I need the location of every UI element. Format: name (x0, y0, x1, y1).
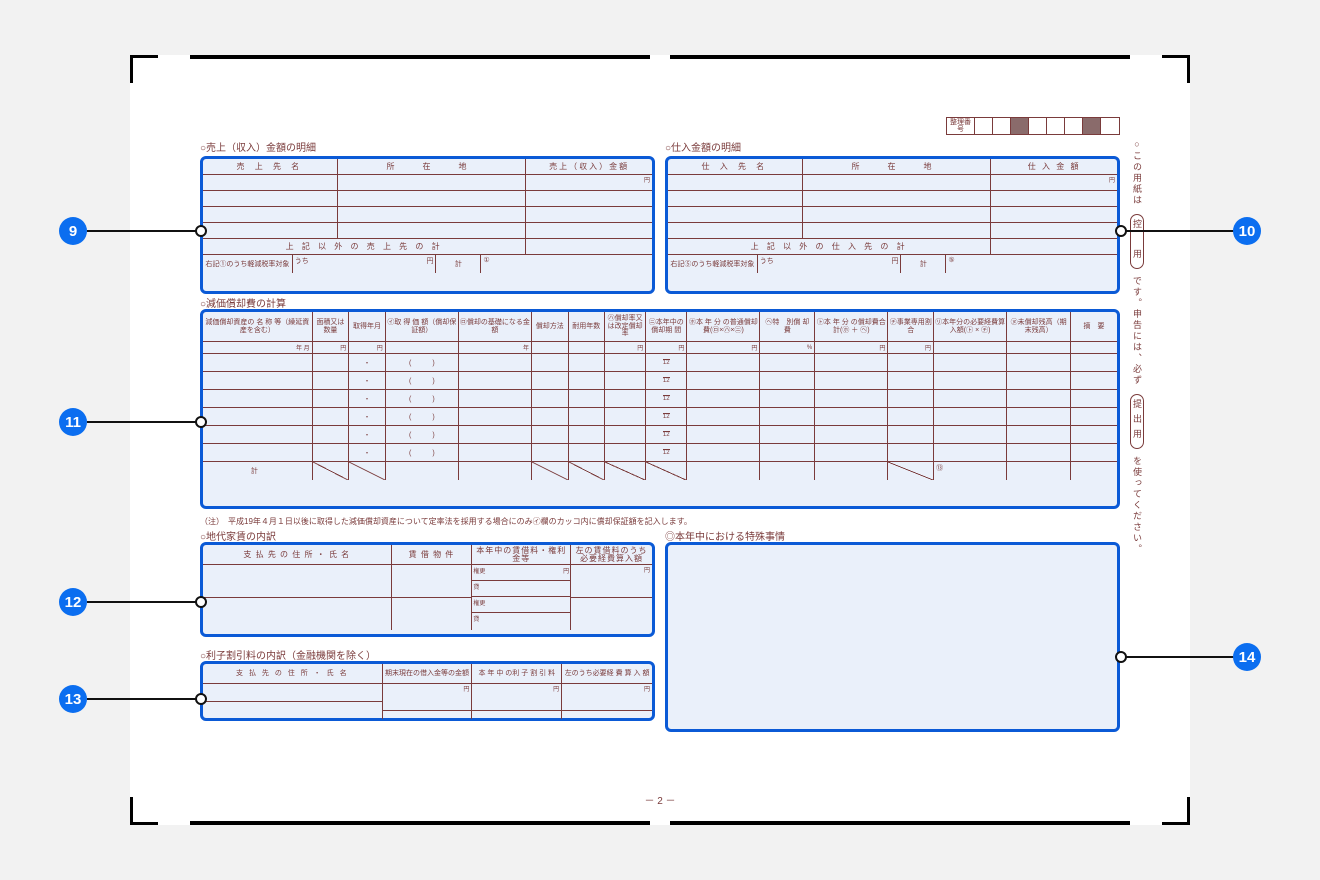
interest-box: 支 払 先 の 住 所 ・ 氏 名 期末現在の借入金等の金額 本 年 中 の利 … (200, 661, 655, 721)
side-note: ○この用紙は 控 用 です。申告には、必ず 提出用 を使ってください。 (1131, 139, 1144, 639)
callout-14: 14 (1233, 643, 1261, 671)
callout-dot (195, 693, 207, 705)
crop-mark (130, 55, 158, 83)
reference-number-box: 整理番号 (946, 117, 1120, 135)
rent-col-expense: 左の賃借料のうち必要経費算入額 (571, 545, 652, 564)
callout-dot (1115, 651, 1127, 663)
callout-line (1125, 656, 1235, 658)
int-col-expense: 左のうち必要経 費 算 入 額 (562, 664, 652, 683)
dep-header-cell: ㋦未償却残高（期末残高） (1007, 312, 1071, 341)
depreciation-title: ○減価償却費の計算 (200, 295, 286, 310)
dep-header-cell: ㋺償却の基礎になる金額 (459, 312, 532, 341)
callout-line (87, 698, 197, 700)
int-col-interest: 本 年 中 の利 子 割 引 料 (472, 664, 562, 683)
purchases-box: 仕 入 先 名 所 在 地 仕 入 金 額 円 上 記 以 外 の 仕 入 先 … (665, 156, 1120, 294)
rent-title: ○地代家賃の内訳 (200, 528, 276, 543)
purch-col-addr: 所 在 地 (803, 159, 992, 174)
sales-col-addr: 所 在 地 (338, 159, 527, 174)
callout-dot (195, 225, 207, 237)
callout-9: 9 (59, 217, 87, 245)
special-title: ◎本年中における特殊事情 (665, 528, 785, 543)
dep-header-cell: ㋭本 年 分 の普通償却費(㋺×㋩×㋥) (687, 312, 760, 341)
callout-13: 13 (59, 685, 87, 713)
interest-title: ○利子割引料の内訳（金融機関を除く） (200, 647, 376, 662)
reference-number-label: 整理番号 (947, 118, 975, 134)
dep-header-cell: ㋑取 得 価 額（償却保証額） (386, 312, 459, 341)
callout-10: 10 (1233, 217, 1261, 245)
callout-dot (1115, 225, 1127, 237)
form-page: 整理番号 ○売上（収入）金額の明細 売 上 先 名 所 在 地 売上（収入）金額… (130, 55, 1190, 825)
callout-dot (195, 416, 207, 428)
callout-12: 12 (59, 588, 87, 616)
page-number: － 2 － (644, 792, 675, 807)
int-col-payer: 支 払 先 の 住 所 ・ 氏 名 (203, 664, 383, 683)
dep-header-cell: ㋠事業専用割合 (888, 312, 934, 341)
purchases-title: ○仕入金額の明細 (665, 139, 1120, 154)
purch-col-name: 仕 入 先 名 (668, 159, 803, 174)
rent-col-payer: 支 払 先 の 住 所 ・ 氏 名 (203, 545, 392, 564)
dep-header-cell: ㋩償却率又は改定償却率 (605, 312, 646, 341)
dep-header-cell: 面積又は数量 (313, 312, 350, 341)
dep-header-cell: ㋥本年中の償却期 間 (646, 312, 687, 341)
dep-header-cell: ㋣本 年 分 の償却費合計(㋭ ＋ ㋬) (815, 312, 888, 341)
dep-header-cell: 取得年月 (349, 312, 386, 341)
sales-col-amount: 売上（収入）金額 (526, 159, 652, 174)
callout-line (1125, 230, 1235, 232)
special-box (665, 542, 1120, 732)
depreciation-box: 減価償却資産の 名 称 等（繰延資産を含む）面積又は数量取得年月㋑取 得 価 額… (200, 309, 1120, 509)
callout-11: 11 (59, 408, 87, 436)
sales-reduced-tax-label: 右記①のうち軽減税率対象 (203, 255, 293, 273)
rent-box: 支 払 先 の 住 所 ・ 氏 名 賃 借 物 件 本年中の賃借料・権利金等 左… (200, 542, 655, 637)
rent-col-amount: 本年中の賃借料・権利金等 (472, 545, 571, 564)
purch-subtotal-label: 上 記 以 外 の 仕 入 先 の 計 (668, 239, 991, 254)
dep-header-cell: 減価償却資産の 名 称 等（繰延資産を含む） (203, 312, 313, 341)
purch-reduced-tax-label: 右記⑤のうち軽減税率対象 (668, 255, 758, 273)
dep-header-cell: 耐用年数 (569, 312, 606, 341)
callout-dot (195, 596, 207, 608)
crop-mark (130, 797, 158, 825)
sales-box: 売 上 先 名 所 在 地 売上（収入）金額 円 上 記 以 外 の 売 上 先… (200, 156, 655, 294)
dep-header-cell: 摘 要 (1071, 312, 1117, 341)
depreciation-footnote: （注） 平成19年４月１日以後に取得した減価償却資産について定率法を採用する場合… (200, 516, 1120, 527)
sales-col-name: 売 上 先 名 (203, 159, 338, 174)
crop-mark (1162, 797, 1190, 825)
rent-col-property: 賃 借 物 件 (392, 545, 473, 564)
crop-mark (1162, 55, 1190, 83)
sales-subtotal-label: 上 記 以 外 の 売 上 先 の 計 (203, 239, 526, 254)
int-col-balance: 期末現在の借入金等の金額 (383, 664, 473, 683)
dep-header-cell: ㋷本年分の必要経費算入額(㋣ × ㋠) (934, 312, 1007, 341)
dep-header-cell: ㋬特 別償 却 費 (760, 312, 815, 341)
callout-line (87, 230, 197, 232)
sales-title: ○売上（収入）金額の明細 (200, 139, 655, 154)
dep-header-cell: 償却方法 (532, 312, 569, 341)
purch-col-amount: 仕 入 金 額 (991, 159, 1117, 174)
callout-line (87, 421, 197, 423)
callout-line (87, 601, 197, 603)
